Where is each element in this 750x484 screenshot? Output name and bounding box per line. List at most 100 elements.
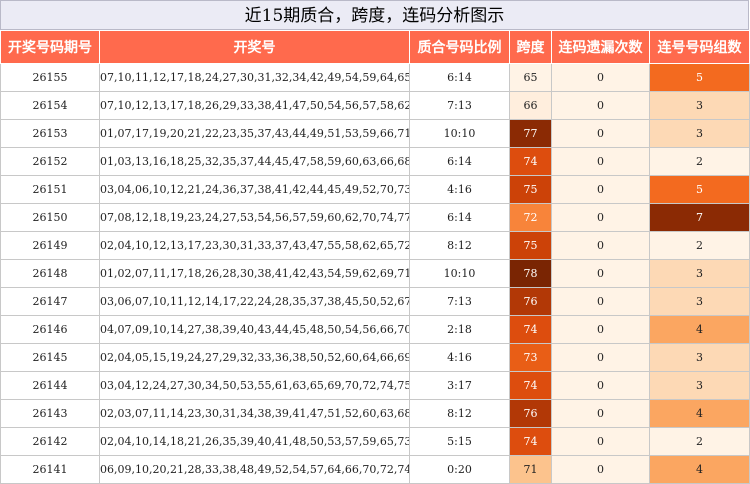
table-row: 26143 02,03,07,11,14,23,30,31,34,38,39,41… bbox=[0, 399, 750, 428]
table-row: 26151 03,04,06,10,12,21,24,36,37,38,41,42… bbox=[0, 175, 750, 204]
groups-cell: 3 bbox=[649, 259, 750, 288]
numbers-cell: 03,04,12,24,27,30,34,50,53,55,61,63,65,6… bbox=[99, 371, 410, 400]
ratio-cell: 0:20 bbox=[409, 455, 510, 484]
table-row: 26149 02,04,10,12,13,17,23,30,31,33,37,43… bbox=[0, 231, 750, 260]
miss-cell: 0 bbox=[551, 91, 650, 120]
groups-cell: 2 bbox=[649, 427, 750, 456]
span-cell: 74 bbox=[509, 371, 552, 400]
table-row: 26153 01,07,17,19,20,21,22,23,35,37,43,44… bbox=[0, 119, 750, 148]
header-issue: 开奖号码期号 bbox=[0, 30, 100, 64]
ratio-cell: 4:16 bbox=[409, 175, 510, 204]
ratio-cell: 6:14 bbox=[409, 203, 510, 232]
table-header-row: 开奖号码期号 开奖号 质合号码比例 跨度 连码遗漏次数 连号号码组数 bbox=[0, 30, 750, 64]
miss-cell: 0 bbox=[551, 203, 650, 232]
groups-cell: 5 bbox=[649, 63, 750, 92]
miss-cell: 0 bbox=[551, 399, 650, 428]
numbers-cell: 03,06,07,10,11,12,14,17,22,24,28,35,37,3… bbox=[99, 287, 410, 316]
ratio-cell: 10:10 bbox=[409, 259, 510, 288]
span-cell: 75 bbox=[509, 175, 552, 204]
numbers-cell: 02,04,05,15,19,24,27,29,32,33,36,38,50,5… bbox=[99, 343, 410, 372]
ratio-cell: 2:18 bbox=[409, 315, 510, 344]
miss-cell: 0 bbox=[551, 63, 650, 92]
ratio-cell: 6:14 bbox=[409, 63, 510, 92]
groups-cell: 4 bbox=[649, 399, 750, 428]
issue-cell: 26150 bbox=[0, 203, 100, 232]
numbers-cell: 02,04,10,12,13,17,23,30,31,33,37,43,47,5… bbox=[99, 231, 410, 260]
groups-cell: 3 bbox=[649, 343, 750, 372]
issue-cell: 26154 bbox=[0, 91, 100, 120]
ratio-cell: 5:15 bbox=[409, 427, 510, 456]
issue-cell: 26145 bbox=[0, 343, 100, 372]
span-cell: 74 bbox=[509, 147, 552, 176]
table-row: 26147 03,06,07,10,11,12,14,17,22,24,28,35… bbox=[0, 287, 750, 316]
table-row: 26154 07,10,12,13,17,18,26,29,33,38,41,47… bbox=[0, 91, 750, 120]
span-cell: 74 bbox=[509, 315, 552, 344]
ratio-cell: 4:16 bbox=[409, 343, 510, 372]
span-cell: 77 bbox=[509, 119, 552, 148]
span-cell: 78 bbox=[509, 259, 552, 288]
span-cell: 65 bbox=[509, 63, 552, 92]
span-cell: 71 bbox=[509, 455, 552, 484]
results-table: 开奖号码期号 开奖号 质合号码比例 跨度 连码遗漏次数 连号号码组数 26155… bbox=[0, 30, 750, 484]
numbers-cell: 07,10,12,13,17,18,26,29,33,38,41,47,50,5… bbox=[99, 91, 410, 120]
issue-cell: 26144 bbox=[0, 371, 100, 400]
header-miss: 连码遗漏次数 bbox=[551, 30, 650, 64]
miss-cell: 0 bbox=[551, 455, 650, 484]
groups-cell: 2 bbox=[649, 147, 750, 176]
analysis-panel: 近15期质合，跨度，连码分析图示 开奖号码期号 开奖号 质合号码比例 跨度 连码… bbox=[0, 0, 750, 484]
ratio-cell: 7:13 bbox=[409, 287, 510, 316]
ratio-cell: 10:10 bbox=[409, 119, 510, 148]
groups-cell: 2 bbox=[649, 231, 750, 260]
numbers-cell: 01,02,07,11,17,18,26,28,30,38,41,42,43,5… bbox=[99, 259, 410, 288]
issue-cell: 26147 bbox=[0, 287, 100, 316]
numbers-cell: 03,04,06,10,12,21,24,36,37,38,41,42,44,4… bbox=[99, 175, 410, 204]
span-cell: 73 bbox=[509, 343, 552, 372]
miss-cell: 0 bbox=[551, 147, 650, 176]
issue-cell: 26141 bbox=[0, 455, 100, 484]
span-cell: 72 bbox=[509, 203, 552, 232]
table-row: 26150 07,08,12,18,19,23,24,27,53,54,56,57… bbox=[0, 203, 750, 232]
issue-cell: 26146 bbox=[0, 315, 100, 344]
miss-cell: 0 bbox=[551, 427, 650, 456]
span-cell: 76 bbox=[509, 287, 552, 316]
miss-cell: 0 bbox=[551, 259, 650, 288]
groups-cell: 3 bbox=[649, 287, 750, 316]
numbers-cell: 06,09,10,20,21,28,33,38,48,49,52,54,57,6… bbox=[99, 455, 410, 484]
miss-cell: 0 bbox=[551, 119, 650, 148]
table-row: 26155 07,10,11,12,17,18,24,27,30,31,32,34… bbox=[0, 63, 750, 92]
header-span: 跨度 bbox=[509, 30, 552, 64]
ratio-cell: 8:12 bbox=[409, 399, 510, 428]
issue-cell: 26142 bbox=[0, 427, 100, 456]
issue-cell: 26149 bbox=[0, 231, 100, 260]
table-row: 26142 02,04,10,14,18,21,26,35,39,40,41,48… bbox=[0, 427, 750, 456]
miss-cell: 0 bbox=[551, 343, 650, 372]
numbers-cell: 04,07,09,10,14,27,38,39,40,43,44,45,48,5… bbox=[99, 315, 410, 344]
miss-cell: 0 bbox=[551, 287, 650, 316]
numbers-cell: 07,10,11,12,17,18,24,27,30,31,32,34,42,4… bbox=[99, 63, 410, 92]
table-row: 26144 03,04,12,24,27,30,34,50,53,55,61,63… bbox=[0, 371, 750, 400]
span-cell: 74 bbox=[509, 427, 552, 456]
issue-cell: 26155 bbox=[0, 63, 100, 92]
groups-cell: 4 bbox=[649, 455, 750, 484]
ratio-cell: 8:12 bbox=[409, 231, 510, 260]
groups-cell: 3 bbox=[649, 91, 750, 120]
numbers-cell: 02,03,07,11,14,23,30,31,34,38,39,41,47,5… bbox=[99, 399, 410, 428]
span-cell: 66 bbox=[509, 91, 552, 120]
ratio-cell: 3:17 bbox=[409, 371, 510, 400]
page-title: 近15期质合，跨度，连码分析图示 bbox=[0, 0, 749, 30]
numbers-cell: 02,04,10,14,18,21,26,35,39,40,41,48,50,5… bbox=[99, 427, 410, 456]
span-cell: 76 bbox=[509, 399, 552, 428]
issue-cell: 26148 bbox=[0, 259, 100, 288]
miss-cell: 0 bbox=[551, 231, 650, 260]
issue-cell: 26153 bbox=[0, 119, 100, 148]
groups-cell: 3 bbox=[649, 371, 750, 400]
numbers-cell: 01,03,13,16,18,25,32,35,37,44,45,47,58,5… bbox=[99, 147, 410, 176]
header-numbers: 开奖号 bbox=[99, 30, 410, 64]
table-body: 26155 07,10,11,12,17,18,24,27,30,31,32,34… bbox=[0, 63, 750, 484]
ratio-cell: 6:14 bbox=[409, 147, 510, 176]
span-cell: 75 bbox=[509, 231, 552, 260]
table-row: 26152 01,03,13,16,18,25,32,35,37,44,45,47… bbox=[0, 147, 750, 176]
issue-cell: 26151 bbox=[0, 175, 100, 204]
table-row: 26141 06,09,10,20,21,28,33,38,48,49,52,54… bbox=[0, 455, 750, 484]
groups-cell: 4 bbox=[649, 315, 750, 344]
